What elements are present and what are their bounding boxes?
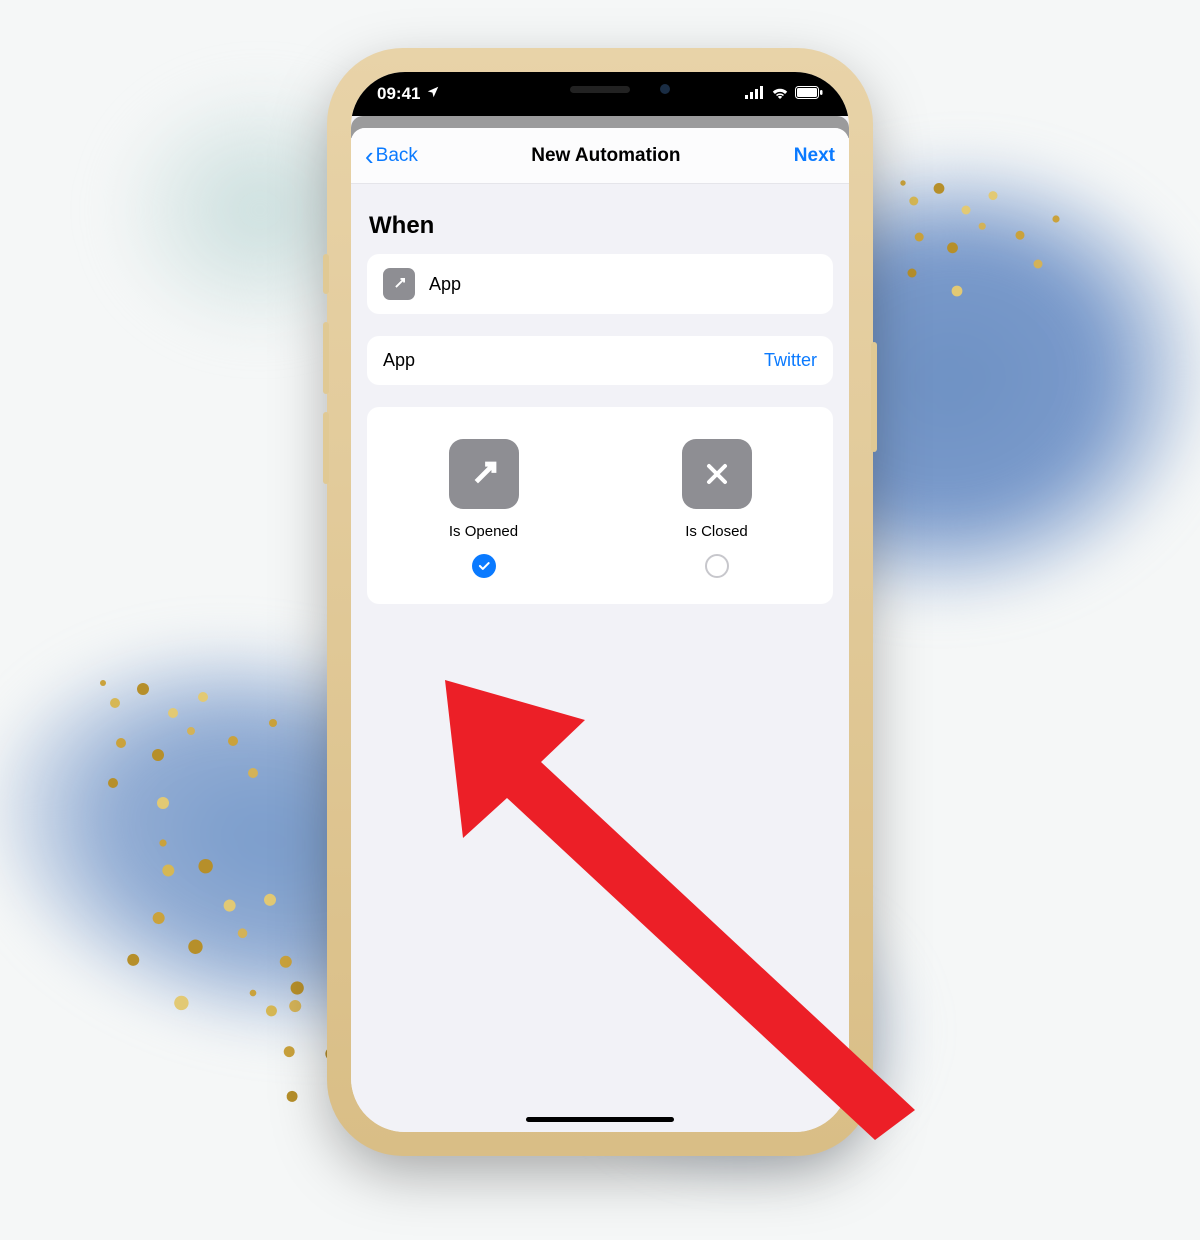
home-indicator[interactable] <box>526 1117 674 1122</box>
close-x-icon <box>682 439 752 509</box>
modal-sheet: ‹ Back New Automation Next When App <box>351 128 849 1132</box>
app-row-label: App <box>383 350 415 371</box>
open-arrow-icon <box>449 439 519 509</box>
wifi-icon <box>771 84 789 104</box>
page-title: New Automation <box>531 145 680 167</box>
back-button[interactable]: ‹ Back <box>365 143 418 169</box>
back-label: Back <box>376 145 418 167</box>
checkmark-icon <box>477 559 491 573</box>
next-button[interactable]: Next <box>794 145 835 167</box>
battery-icon <box>795 84 823 104</box>
trigger-label: App <box>429 274 461 295</box>
option-closed-label: Is Closed <box>685 523 748 540</box>
phone-frame: 09:41 ‹ <box>333 54 867 1150</box>
open-close-options: Is Opened Is Closed <box>367 407 833 604</box>
option-is-opened[interactable]: Is Opened <box>449 439 519 578</box>
option-is-closed[interactable]: Is Closed <box>682 439 752 578</box>
section-header-when: When <box>369 212 833 240</box>
option-opened-check[interactable] <box>472 554 496 578</box>
chevron-left-icon: ‹ <box>365 143 374 169</box>
app-select-card[interactable]: App Twitter <box>367 336 833 385</box>
location-arrow-icon <box>426 84 440 104</box>
option-opened-label: Is Opened <box>449 523 518 540</box>
cellular-icon <box>745 84 765 104</box>
open-arrow-icon <box>383 268 415 300</box>
nav-bar: ‹ Back New Automation Next <box>351 128 849 184</box>
option-closed-check[interactable] <box>705 554 729 578</box>
status-time: 09:41 <box>377 84 420 104</box>
phone-screen: 09:41 ‹ <box>351 72 849 1132</box>
app-row-value: Twitter <box>764 350 817 371</box>
trigger-card[interactable]: App <box>367 254 833 314</box>
